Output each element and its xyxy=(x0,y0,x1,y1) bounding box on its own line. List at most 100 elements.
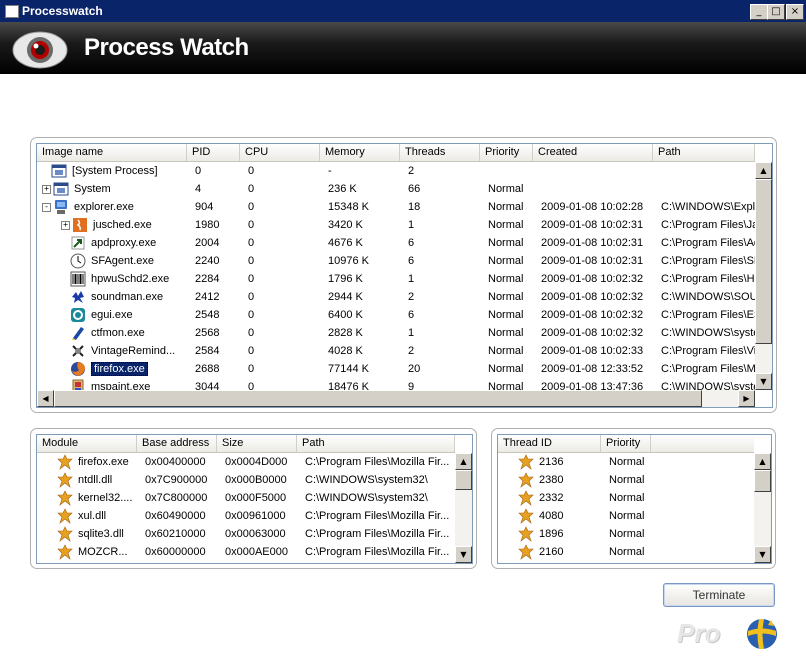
table-row[interactable]: hpwuSchd2.exe 2284 0 1796 K 1 Normal 2009-01-0… xyxy=(37,270,755,288)
cell-pid: 2412 xyxy=(195,291,220,303)
expand-icon[interactable]: + xyxy=(61,220,70,230)
clock-icon xyxy=(70,253,86,269)
column-header-cpu[interactable]: CPU xyxy=(240,144,320,161)
scroll-thumb[interactable] xyxy=(455,470,472,490)
scroll-thumb[interactable] xyxy=(755,179,772,344)
shortcut-arrow-icon xyxy=(71,236,85,250)
process-list[interactable]: Image name PID CPU Memory Threads Priority Cre… xyxy=(36,143,773,408)
table-row[interactable]: soundman.exe 2412 0 2944 K 2 Normal 2009-01-08… xyxy=(37,288,755,306)
column-header-size[interactable]: Size xyxy=(217,435,297,452)
process-name[interactable]: egui.exe xyxy=(91,309,133,321)
process-name[interactable]: explorer.exe xyxy=(74,201,134,213)
column-header-base-address[interactable]: Base address xyxy=(137,435,217,452)
table-row[interactable]: 4080 Normal xyxy=(498,507,651,525)
table-row[interactable]: + System 4 0 236 K 66 Normal xyxy=(37,180,755,198)
ctfmon-icon xyxy=(72,327,84,341)
process-vertical-scrollbar[interactable]: ▲ ▼ xyxy=(755,162,772,390)
table-row[interactable]: ctfmon.exe 2568 0 2828 K 1 Normal 2009-01-08 1… xyxy=(37,324,755,342)
table-row[interactable]: ntdll.dll 0x7C900000 0x000B0000 C:\WINDOWS\… xyxy=(37,471,455,489)
close-button[interactable]: × xyxy=(786,4,804,20)
table-row[interactable]: 2160 Normal xyxy=(498,543,651,561)
column-header-path[interactable]: Path xyxy=(297,435,455,452)
module-vertical-scrollbar[interactable]: ▲ ▼ xyxy=(455,453,472,563)
table-row[interactable]: xul.dll 0x60490000 0x00961000 C:\Program Fi… xyxy=(37,507,455,525)
cell-name: firefox.exe xyxy=(37,360,187,378)
scroll-down-icon[interactable]: ▼ xyxy=(455,546,472,563)
column-header-priority[interactable]: Priority xyxy=(601,435,651,452)
module-name: firefox.exe xyxy=(78,456,129,468)
scroll-right-icon[interactable]: ▶ xyxy=(738,390,755,407)
table-row[interactable]: 1896 Normal xyxy=(498,525,651,543)
table-row[interactable]: 2136 Normal xyxy=(498,453,651,471)
table-row[interactable]: egui.exe 2548 0 6400 K 6 Normal 2009-01-08 10:… xyxy=(37,306,755,324)
horizontal-scroll-thumb[interactable] xyxy=(54,390,702,407)
table-row[interactable]: VintageRemind... 2584 0 4028 K 2 Normal 2009-0… xyxy=(37,342,755,360)
process-name[interactable]: firefox.exe xyxy=(91,362,148,376)
table-row[interactable]: apdproxy.exe 2004 0 4676 K 6 Normal 2009-01-08… xyxy=(37,234,755,252)
table-row[interactable]: 2332 Normal xyxy=(498,489,651,507)
table-row[interactable]: sqlite3.dll 0x60210000 0x00063000 C:\Progra… xyxy=(37,525,455,543)
cell-pid: 0 xyxy=(195,165,202,177)
table-row[interactable]: + jusched.exe 1980 0 3420 K 1 Normal 2009-01-08… xyxy=(37,216,755,234)
table-row[interactable]: firefox.exe 2688 0 77144 K 20 Normal 2009-01-0… xyxy=(37,360,755,378)
process-name[interactable]: hpwuSchd2.exe xyxy=(91,273,169,285)
thread-list[interactable]: Thread ID Priority 2136 Normal 2380 Normal 23… xyxy=(497,434,772,564)
cell-threads: 2 xyxy=(408,345,415,357)
terminate-button[interactable]: Terminate xyxy=(663,583,775,607)
column-header-path[interactable]: Path xyxy=(653,144,755,161)
table-row[interactable]: MOZCR... 0x60000000 0x000AE000 C:\Program F… xyxy=(37,543,455,561)
process-name[interactable]: VintageRemind... xyxy=(91,345,175,357)
column-header-image-name[interactable]: Image name xyxy=(37,144,187,161)
module-list[interactable]: Module Base address Size Path firefox.exe 0x… xyxy=(36,434,473,564)
maximize-button[interactable]: □ xyxy=(767,4,785,20)
cell-pid: 2688 xyxy=(195,363,220,375)
column-header-pid[interactable]: PID xyxy=(187,144,240,161)
process-name[interactable]: System xyxy=(74,183,111,195)
scroll-down-icon[interactable]: ▼ xyxy=(755,373,772,390)
cell-name: soundman.exe xyxy=(37,288,187,306)
scroll-thumb[interactable] xyxy=(754,470,771,492)
table-row[interactable]: 2380 Normal xyxy=(498,471,651,489)
table-row[interactable]: [System Process] 0 0 - 2 xyxy=(37,162,755,180)
cell-name: - explorer.exe xyxy=(37,198,187,216)
cell-memory: 236 K xyxy=(328,183,357,195)
thread-vertical-scrollbar[interactable]: ▲ ▼ xyxy=(754,453,771,563)
cell-cpu: 0 xyxy=(248,255,255,267)
table-row[interactable]: SFAgent.exe 2240 0 10976 K 6 Normal 2009-01-08… xyxy=(37,252,755,270)
column-header-memory[interactable]: Memory xyxy=(320,144,400,161)
column-header-thread-id[interactable]: Thread ID xyxy=(498,435,601,452)
process-name[interactable]: apdproxy.exe xyxy=(91,237,156,249)
process-name[interactable]: ctfmon.exe xyxy=(91,327,145,339)
globe-logo-icon xyxy=(747,619,777,649)
scroll-left-icon[interactable]: ◀ xyxy=(37,390,54,407)
collapse-icon[interactable]: - xyxy=(42,202,51,212)
cell-threads: 18 xyxy=(408,201,421,213)
table-row[interactable]: - explorer.exe 904 0 15348 K 18 Normal 2009-01-… xyxy=(37,198,755,216)
expand-icon[interactable]: + xyxy=(42,184,51,194)
column-header-threads[interactable]: Threads xyxy=(400,144,480,161)
module-name: sqlite3.dll xyxy=(78,528,124,540)
process-name[interactable]: SFAgent.exe xyxy=(91,255,154,267)
scroll-down-icon[interactable]: ▼ xyxy=(754,546,771,563)
title-bar[interactable]: Processwatch _ □ × xyxy=(0,0,806,22)
table-row[interactable]: kernel32.... 0x7C800000 0x000F5000 C:\WINDO… xyxy=(37,489,455,507)
table-row[interactable]: firefox.exe 0x00400000 0x0004D000 C:\Progra… xyxy=(37,453,455,471)
process-name[interactable]: soundman.exe xyxy=(91,291,163,303)
column-header-created[interactable]: Created xyxy=(533,144,653,161)
cell-path: C:\Program Files\ESE xyxy=(661,309,755,321)
cell-name: egui.exe xyxy=(37,306,187,324)
process-name[interactable]: jusched.exe xyxy=(93,219,152,231)
scroll-up-icon[interactable]: ▲ xyxy=(455,453,472,470)
process-horizontal-scrollbar[interactable]: ◀ ▶ xyxy=(37,390,755,407)
cell-module: sqlite3.dll xyxy=(37,525,137,543)
app-window: Processwatch _ □ × Process Watch Image n… xyxy=(0,0,806,665)
cell-module: ntdll.dll xyxy=(37,471,137,489)
cell-path: C:\Program Files\Moz xyxy=(661,363,755,375)
scroll-up-icon[interactable]: ▲ xyxy=(754,453,771,470)
process-name[interactable]: [System Process] xyxy=(72,165,158,177)
minimize-button[interactable]: _ xyxy=(750,4,768,20)
scroll-up-icon[interactable]: ▲ xyxy=(755,162,772,179)
column-header-module[interactable]: Module xyxy=(37,435,137,452)
cell-priority: Normal xyxy=(609,492,645,504)
column-header-priority[interactable]: Priority xyxy=(480,144,533,161)
